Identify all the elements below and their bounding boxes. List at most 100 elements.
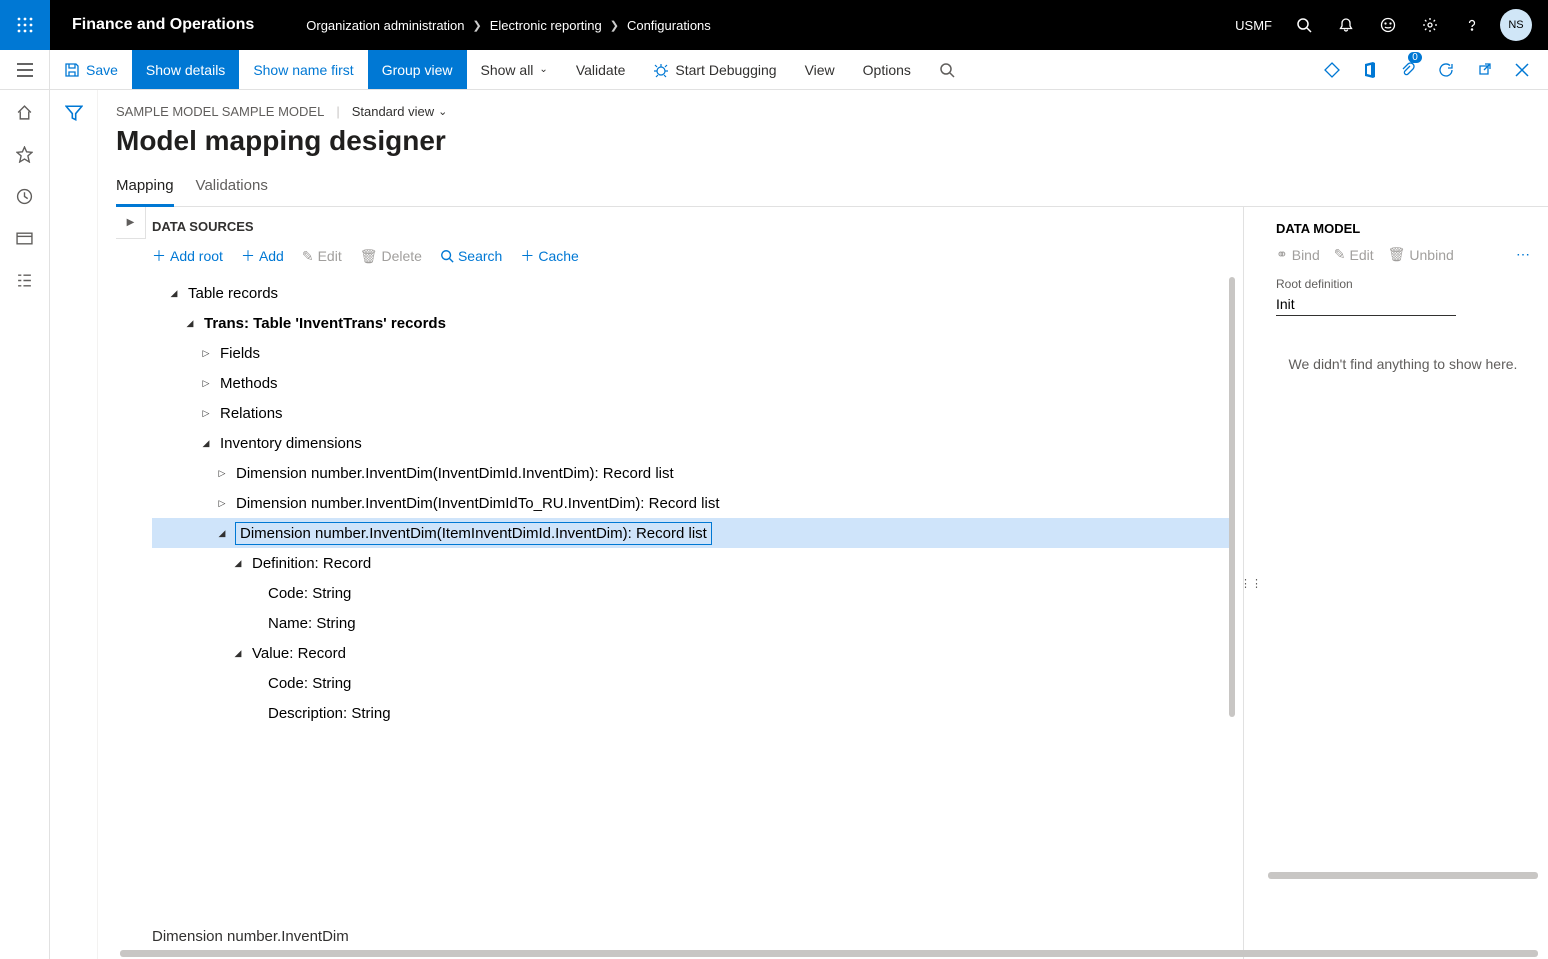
- scrollbar-horizontal[interactable]: [120, 950, 1538, 957]
- smile-icon[interactable]: [1368, 0, 1408, 50]
- show-all-label: Show all: [481, 62, 534, 78]
- clock-icon[interactable]: [15, 186, 35, 206]
- caret-down-icon[interactable]: ◢: [184, 318, 196, 329]
- tree-node[interactable]: ▷Dimension number.InventDim(InventDimIdT…: [152, 488, 1233, 518]
- tab-mapping[interactable]: Mapping: [116, 171, 174, 207]
- star-icon[interactable]: [15, 144, 35, 164]
- show-details-button[interactable]: Show details: [132, 50, 239, 89]
- caret-down-icon[interactable]: ◢: [232, 648, 244, 659]
- collapse-handle[interactable]: ▶: [116, 207, 146, 239]
- start-debugging-button[interactable]: Start Debugging: [639, 50, 790, 89]
- separator: |: [336, 104, 339, 119]
- close-icon[interactable]: [1506, 50, 1538, 90]
- breadcrumb-item[interactable]: Electronic reporting: [490, 18, 602, 33]
- refresh-icon[interactable]: [1430, 50, 1462, 90]
- tree-node[interactable]: ▷ Fields: [152, 338, 1233, 368]
- caret-down-icon[interactable]: ◢: [216, 528, 228, 539]
- add-root-label: Add root: [170, 248, 223, 264]
- tree-node-label: Code: String: [268, 585, 351, 602]
- show-name-first-button[interactable]: Show name first: [239, 50, 367, 89]
- caret-right-icon[interactable]: ▷: [216, 468, 228, 479]
- tree-node[interactable]: ◢ Inventory dimensions: [152, 428, 1233, 458]
- tree-node[interactable]: Code: String: [152, 578, 1233, 608]
- selection-path: Dimension number.InventDim: [152, 908, 1243, 945]
- office-icon[interactable]: [1354, 50, 1386, 90]
- cache-button[interactable]: ＋Cache: [520, 246, 578, 266]
- caret-down-icon[interactable]: ◢: [200, 438, 212, 449]
- tree-node-label: Inventory dimensions: [220, 435, 362, 452]
- breadcrumb-item[interactable]: Configurations: [627, 18, 711, 33]
- splitter[interactable]: ⋮⋮: [1244, 207, 1258, 959]
- tree-node[interactable]: ◢Dimension number.InventDim(ItemInventDi…: [152, 518, 1233, 548]
- chevron-down-icon: ⌄: [438, 105, 447, 118]
- show-name-first-label: Show name first: [253, 62, 353, 78]
- diamond-icon[interactable]: [1316, 50, 1348, 90]
- scrollbar-horizontal[interactable]: [1268, 872, 1538, 879]
- datasource-tree[interactable]: ◢Table records◢Trans: Table 'InventTrans…: [152, 278, 1243, 908]
- view-button[interactable]: View: [791, 50, 849, 89]
- debug-icon: [653, 62, 669, 78]
- tree-node[interactable]: ◢Trans: Table 'InventTrans' records: [152, 308, 1233, 338]
- tree-node[interactable]: ◢Value: Record: [152, 638, 1233, 668]
- tree-node-label: Code: String: [268, 675, 351, 692]
- options-button[interactable]: Options: [849, 50, 925, 89]
- validate-button[interactable]: Validate: [562, 50, 640, 89]
- tree-node[interactable]: Description: String: [152, 698, 1233, 728]
- save-button[interactable]: Save: [50, 50, 132, 89]
- caret-right-icon[interactable]: ▷: [216, 498, 228, 509]
- attachment-badge: 0: [1408, 52, 1422, 63]
- cache-label: Cache: [538, 248, 578, 264]
- add-button[interactable]: ＋Add: [241, 246, 284, 266]
- page-context: SAMPLE MODEL SAMPLE MODEL: [116, 104, 324, 119]
- show-all-dropdown[interactable]: Show all ⌄: [467, 50, 562, 89]
- search-button[interactable]: Search: [440, 248, 502, 264]
- tab-validations[interactable]: Validations: [196, 171, 268, 206]
- tree-node-label: Methods: [220, 375, 278, 392]
- gear-icon[interactable]: [1410, 0, 1450, 50]
- root-definition-input[interactable]: [1276, 293, 1456, 316]
- caret-down-icon[interactable]: ◢: [168, 288, 180, 299]
- caret-right-icon[interactable]: ▷: [200, 348, 212, 359]
- delete-button: 🗑Delete: [360, 248, 422, 265]
- tree-node-label: Fields: [220, 345, 260, 362]
- search-icon[interactable]: [1284, 0, 1324, 50]
- view-selector[interactable]: Standard view ⌄: [352, 104, 448, 119]
- add-root-button[interactable]: ＋Add root: [152, 246, 223, 266]
- tree-node[interactable]: Name: String: [152, 608, 1233, 638]
- tree-node[interactable]: ▷Dimension number.InventDim(InventDimId.…: [152, 458, 1233, 488]
- tree-node-label: Relations: [220, 405, 283, 422]
- tree-node[interactable]: ▷ Relations: [152, 398, 1233, 428]
- attachment-icon[interactable]: 0: [1392, 50, 1424, 90]
- breadcrumb-item[interactable]: Organization administration: [306, 18, 464, 33]
- popout-icon[interactable]: [1468, 50, 1500, 90]
- help-icon[interactable]: [1452, 0, 1492, 50]
- caret-down-icon[interactable]: ◢: [232, 558, 244, 569]
- actionbar-search-button[interactable]: [925, 50, 969, 89]
- home-icon[interactable]: [15, 102, 35, 122]
- empty-state-message: We didn't find anything to show here.: [1276, 356, 1530, 372]
- group-view-button[interactable]: Group view: [368, 50, 467, 89]
- chevron-right-icon: ❯: [610, 19, 619, 32]
- tree-node[interactable]: ▷ Methods: [152, 368, 1233, 398]
- view-selector-label: Standard view: [352, 104, 434, 119]
- tree-node[interactable]: Code: String: [152, 668, 1233, 698]
- delete-label: Delete: [382, 248, 422, 264]
- app-launcher-button[interactable]: [0, 0, 50, 50]
- trash-icon: 🗑: [1388, 246, 1406, 263]
- more-button[interactable]: ⋯: [1516, 246, 1530, 263]
- tree-node-label: Description: String: [268, 705, 391, 722]
- bell-icon[interactable]: [1326, 0, 1366, 50]
- group-view-label: Group view: [382, 62, 453, 78]
- caret-right-icon[interactable]: ▷: [200, 408, 212, 419]
- tree-node[interactable]: ◢Definition: Record: [152, 548, 1233, 578]
- workspace-icon[interactable]: [15, 228, 35, 248]
- caret-right-icon[interactable]: ▷: [200, 378, 212, 389]
- filter-icon[interactable]: [65, 104, 83, 959]
- modules-icon[interactable]: [15, 270, 35, 290]
- scrollbar-vertical[interactable]: [1229, 277, 1235, 717]
- avatar[interactable]: NS: [1500, 9, 1532, 41]
- tree-node[interactable]: ◢Table records: [152, 278, 1233, 308]
- page-title: Model mapping designer: [116, 125, 1548, 157]
- nav-toggle-button[interactable]: [0, 50, 50, 89]
- search-icon: [440, 249, 454, 263]
